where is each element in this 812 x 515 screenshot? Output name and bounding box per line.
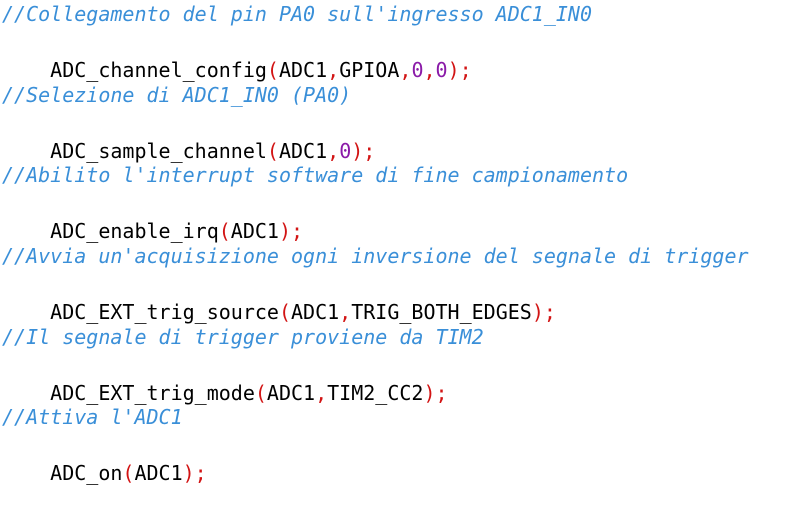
close-paren-semicolon: );: [447, 58, 472, 82]
function-name: ADC_EXT_trig_mode: [50, 381, 255, 405]
function-name: ADC_channel_config: [50, 58, 267, 82]
code-line: ADC_on(ADC1);: [2, 431, 207, 485]
code-line: ADC_channel_config(ADC1,GPIOA,0,0);: [2, 28, 472, 82]
close-paren-semicolon: );: [278, 219, 304, 243]
number-literal: 0: [339, 139, 352, 163]
comment-line: //Collegamento del pin PA0 sull'ingresso…: [2, 2, 593, 26]
argument: ADC1: [266, 381, 316, 405]
open-paren: (: [122, 461, 135, 485]
argument: TRIG_BOTH_EDGES: [351, 300, 532, 324]
function-name: ADC_enable_irq: [50, 219, 219, 243]
comment-line: //Attiva l'ADC1: [2, 405, 183, 429]
code-line: ADC_sample_channel(ADC1,0);: [2, 109, 375, 163]
argument: ADC1: [230, 219, 279, 243]
argument: ADC1: [134, 461, 183, 485]
comment-line: //Il segnale di trigger proviene da TIM2: [2, 325, 484, 349]
argument: ADC1: [278, 58, 328, 82]
number-literal: 0: [435, 58, 448, 82]
close-paren-semicolon: );: [531, 300, 556, 324]
argument: TIM2_CC2: [327, 381, 424, 405]
open-paren: (: [254, 381, 267, 405]
arg-separator: ,: [315, 381, 328, 405]
arg-separator: ,: [327, 58, 340, 82]
argument: ADC1: [291, 300, 340, 324]
argument: GPIOA: [339, 58, 400, 82]
arg-separator: ,: [423, 58, 436, 82]
open-paren: (: [266, 58, 279, 82]
comment-line: //Abilito l'interrupt software di fine c…: [2, 163, 629, 187]
code-line: ADC_EXT_trig_source(ADC1,TRIG_BOTH_EDGES…: [2, 270, 556, 324]
number-literal: 0: [411, 58, 424, 82]
close-paren-semicolon: );: [182, 461, 207, 485]
function-name: ADC_on: [50, 461, 123, 485]
code-line: ADC_enable_irq(ADC1);: [2, 189, 303, 243]
code-line: ADC_EXT_trig_mode(ADC1,TIM2_CC2);: [2, 351, 447, 405]
comment-line: //Selezione di ADC1_IN0 (PA0): [2, 83, 352, 107]
function-name: ADC_EXT_trig_source: [50, 300, 279, 324]
open-paren: (: [218, 219, 231, 243]
close-paren-semicolon: );: [423, 381, 448, 405]
function-name: ADC_sample_channel: [50, 139, 267, 163]
arg-separator: ,: [399, 58, 412, 82]
argument: ADC1: [278, 139, 328, 163]
arg-separator: ,: [339, 300, 352, 324]
code-editor: //Collegamento del pin PA0 sull'ingresso…: [2, 0, 812, 485]
arg-separator: ,: [327, 139, 340, 163]
open-paren: (: [278, 300, 291, 324]
open-paren: (: [266, 139, 279, 163]
close-paren-semicolon: );: [351, 139, 376, 163]
comment-line: //Avvia un'acquisizione ogni inversione …: [2, 244, 749, 268]
